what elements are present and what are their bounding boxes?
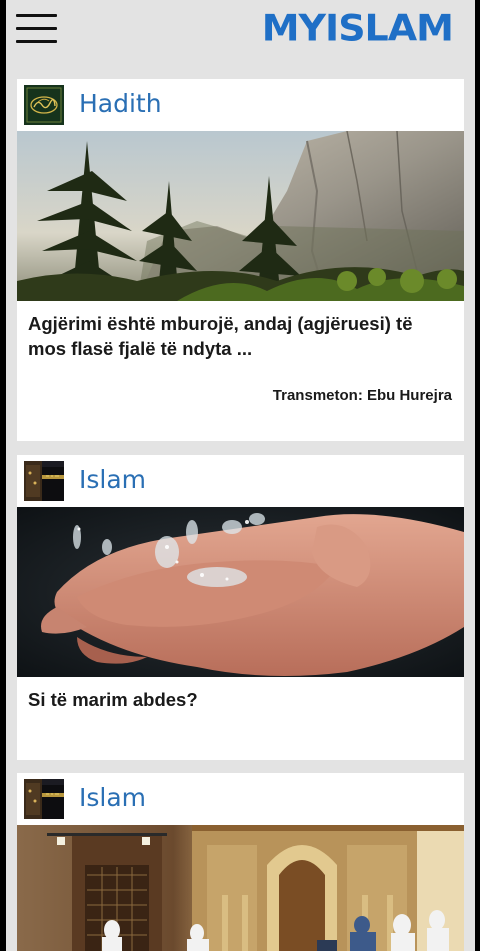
water-hands-photo	[17, 507, 464, 677]
card-header: Islam	[17, 455, 464, 507]
app-logo[interactable]: MYISLAM	[262, 7, 454, 49]
card-header: Islam	[17, 773, 464, 825]
menu-bar	[16, 27, 57, 30]
calligraphy-thumbnail-icon	[24, 85, 64, 125]
menu-bar	[16, 14, 57, 17]
card-category-label: Islam	[79, 783, 147, 812]
app-header: MYISLAM	[6, 0, 475, 62]
kaaba-thumbnail-icon	[24, 461, 64, 501]
card-title: Si të marim abdes?	[28, 689, 198, 710]
kaaba-thumbnail-icon	[24, 779, 64, 819]
menu-bar	[16, 40, 57, 43]
hamburger-menu-icon[interactable]	[16, 14, 58, 44]
hadith-attribution: Transmeton: Ebu Hurejra	[272, 387, 452, 404]
card-header: Hadith	[17, 79, 464, 131]
article-card[interactable]: Islam	[17, 455, 464, 760]
card-category-label: Hadith	[79, 89, 162, 118]
mosque-interior-photo	[17, 825, 464, 951]
article-card[interactable]: Islam	[17, 773, 464, 951]
hadith-card[interactable]: Hadith Agjërimi është mburojë, andaj (ag…	[17, 79, 464, 441]
app-screen: MYISLAM Hadith Agjërimi është mburojë, a…	[6, 0, 475, 951]
forest-cliff-photo	[17, 131, 464, 301]
card-category-label: Islam	[79, 465, 147, 494]
card-title: Agjërimi është mburojë, andaj (agjëruesi…	[28, 313, 413, 359]
